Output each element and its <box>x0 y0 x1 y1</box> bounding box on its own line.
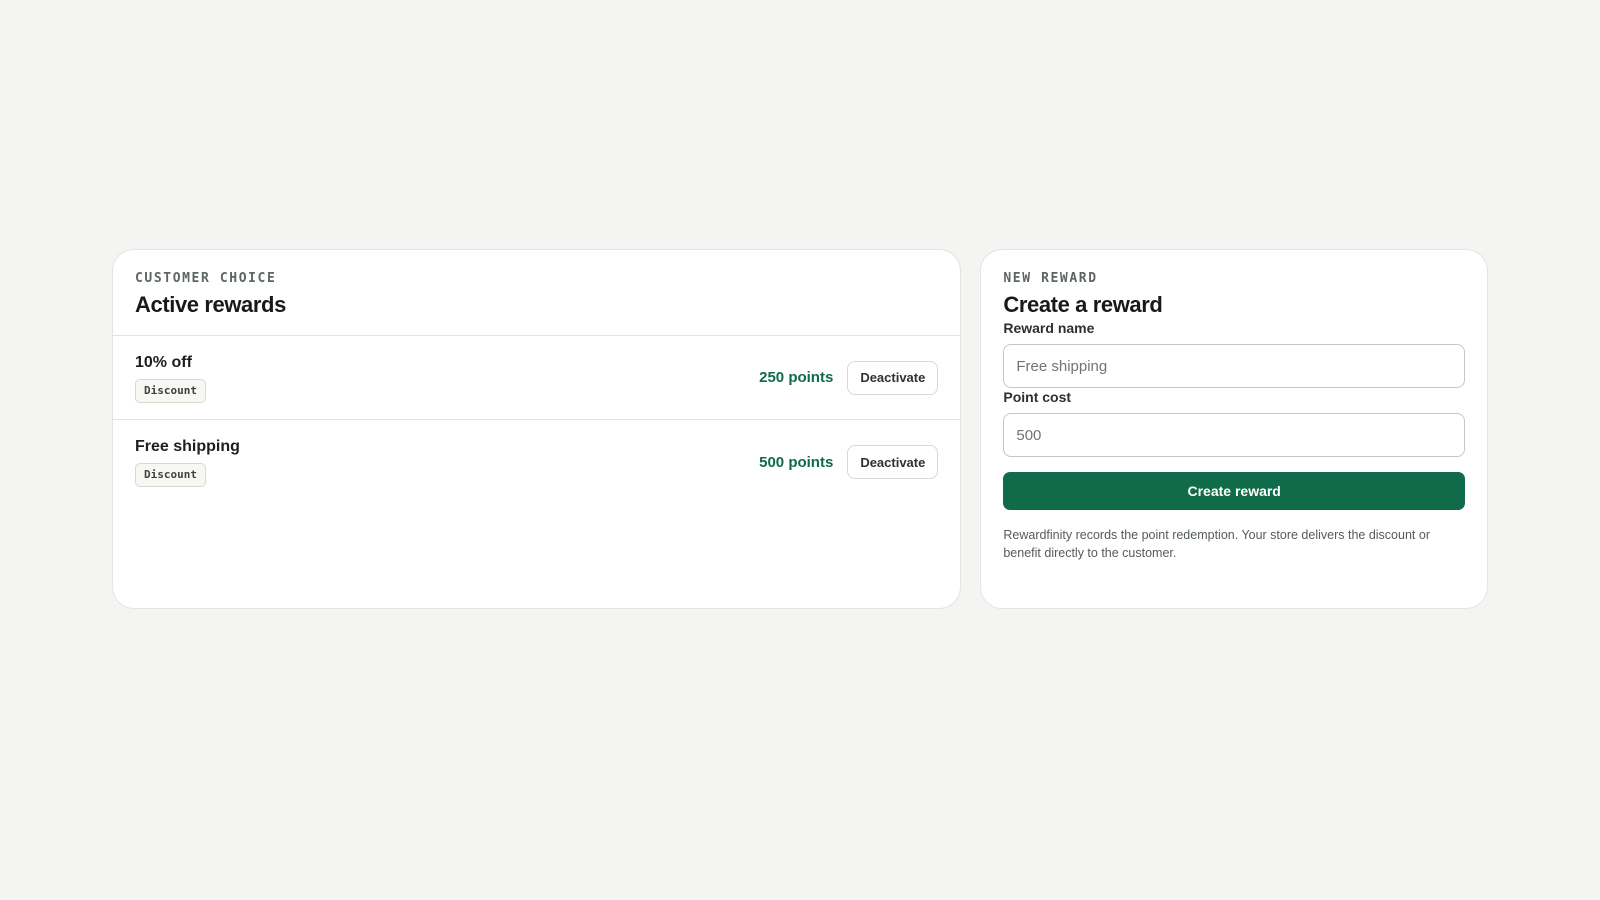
reward-points: 250 points <box>759 369 834 386</box>
reward-row: Free shipping Discount 500 points Deacti… <box>113 420 960 504</box>
form-eyebrow: NEW REWARD <box>1003 271 1098 286</box>
deactivate-button[interactable]: Deactivate <box>847 445 939 479</box>
active-rewards-header: CUSTOMER CHOICE Active rewards <box>113 250 961 336</box>
reward-row: 10% off Discount 250 points Deactivate <box>113 336 961 420</box>
new-reward-card: NEW REWARD Create a reward Reward name P… <box>980 249 1488 609</box>
deactivate-button[interactable]: Deactivate <box>847 360 939 395</box>
create-reward-button[interactable]: Create reward <box>1003 472 1465 510</box>
rewards-workspace: CUSTOMER CHOICE Active rewards 10% off D… <box>112 249 1488 609</box>
active-rewards-card: CUSTOMER CHOICE Active rewards 10% off D… <box>112 249 962 609</box>
point-cost-label: Point cost <box>1003 389 1072 405</box>
reward-name: 10% off <box>135 353 192 371</box>
reward-type-badge: Discount <box>135 463 206 487</box>
form-title: Create a reward <box>1003 292 1163 317</box>
reward-info: Free shipping Discount <box>135 437 240 487</box>
reward-info: 10% off Discount <box>135 353 206 403</box>
reward-actions: 250 points Deactivate <box>759 360 939 395</box>
reward-actions: 500 points Deactivate <box>759 445 939 479</box>
helper-note: Rewardfinity records the point redemptio… <box>1003 528 1430 560</box>
reward-points: 500 points <box>759 453 834 471</box>
reward-name-input[interactable] <box>1003 344 1465 388</box>
section-eyebrow: CUSTOMER CHOICE <box>135 271 277 286</box>
reward-name: Free shipping <box>135 438 240 455</box>
section-title: Active rewards <box>135 292 286 317</box>
point-cost-input[interactable] <box>1003 413 1465 457</box>
reward-type-badge: Discount <box>135 378 206 403</box>
reward-name-label: Reward name <box>1003 320 1095 336</box>
